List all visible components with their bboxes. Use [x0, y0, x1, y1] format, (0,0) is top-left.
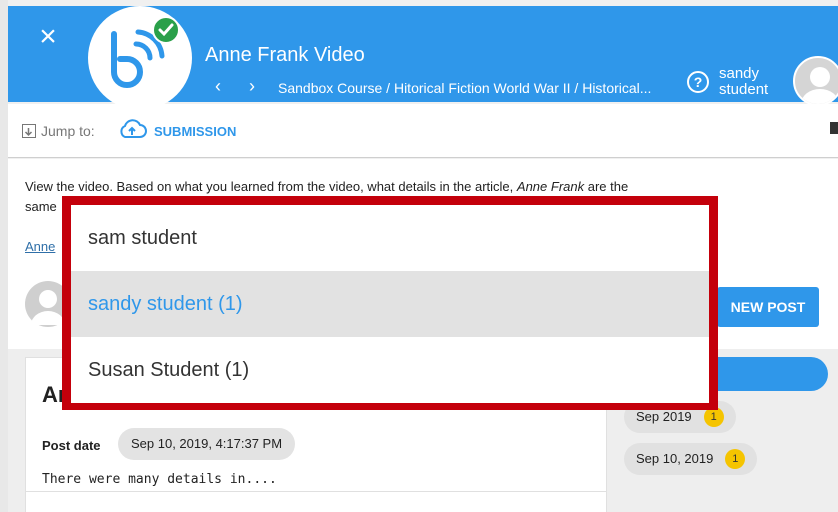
student-dropdown: sam student sandy student (1) Susan Stud… [62, 196, 718, 410]
checkmark-icon [152, 16, 180, 44]
download-icon[interactable] [22, 124, 36, 138]
date-filter-day-label: Sep 10, 2019 [636, 451, 714, 466]
instructions-line2: same [25, 199, 57, 214]
dropdown-option[interactable]: Susan Student (1) [71, 337, 709, 403]
submission-link[interactable]: SUBMISSION [154, 124, 236, 139]
count-badge: 1 [725, 448, 746, 469]
toolbar: Jump to: SUBMISSION [8, 104, 838, 158]
cloud-upload-icon[interactable] [117, 118, 147, 145]
toolbar-edge-icon [830, 122, 838, 134]
chevron-right-icon[interactable]: › [249, 76, 255, 97]
article-link[interactable]: Anne [25, 239, 55, 254]
date-filter-day[interactable]: Sep 10, 2019 1 [624, 443, 758, 475]
close-icon[interactable]: × [35, 22, 61, 52]
jump-to-label: Jump to: [41, 123, 95, 139]
dropdown-option[interactable]: sam student [71, 205, 709, 271]
user-avatar[interactable] [793, 56, 838, 106]
app-frame: × Anne Frank Video ‹ › Sandbox Course / … [0, 0, 838, 512]
post-body: There were many details in.... [42, 472, 277, 487]
page-title: Anne Frank Video [205, 44, 365, 66]
instructions-line1-end: are the [587, 179, 629, 194]
date-filter-month-label: Sep 2019 [636, 409, 692, 424]
breadcrumb[interactable]: Sandbox Course / Hitorical Fiction World… [278, 80, 651, 96]
new-post-button[interactable]: NEW POST [717, 287, 819, 327]
dropdown-option-selected[interactable]: sandy student (1) [71, 271, 709, 337]
help-icon[interactable]: ? [687, 71, 709, 93]
chevron-left-icon[interactable]: ‹ [215, 76, 221, 97]
post-divider [26, 491, 606, 492]
left-edge [0, 0, 8, 512]
instructions-italic: Anne Frank [516, 179, 585, 194]
instructions-line1: View the video. Based on what you learne… [25, 179, 514, 194]
post-date-label: Post date [42, 438, 101, 453]
post-date-chip: Sep 10, 2019, 4:17:37 PM [118, 428, 296, 460]
user-name[interactable]: sandy student [719, 66, 783, 98]
header-bar: × Anne Frank Video ‹ › Sandbox Course / … [8, 6, 838, 110]
